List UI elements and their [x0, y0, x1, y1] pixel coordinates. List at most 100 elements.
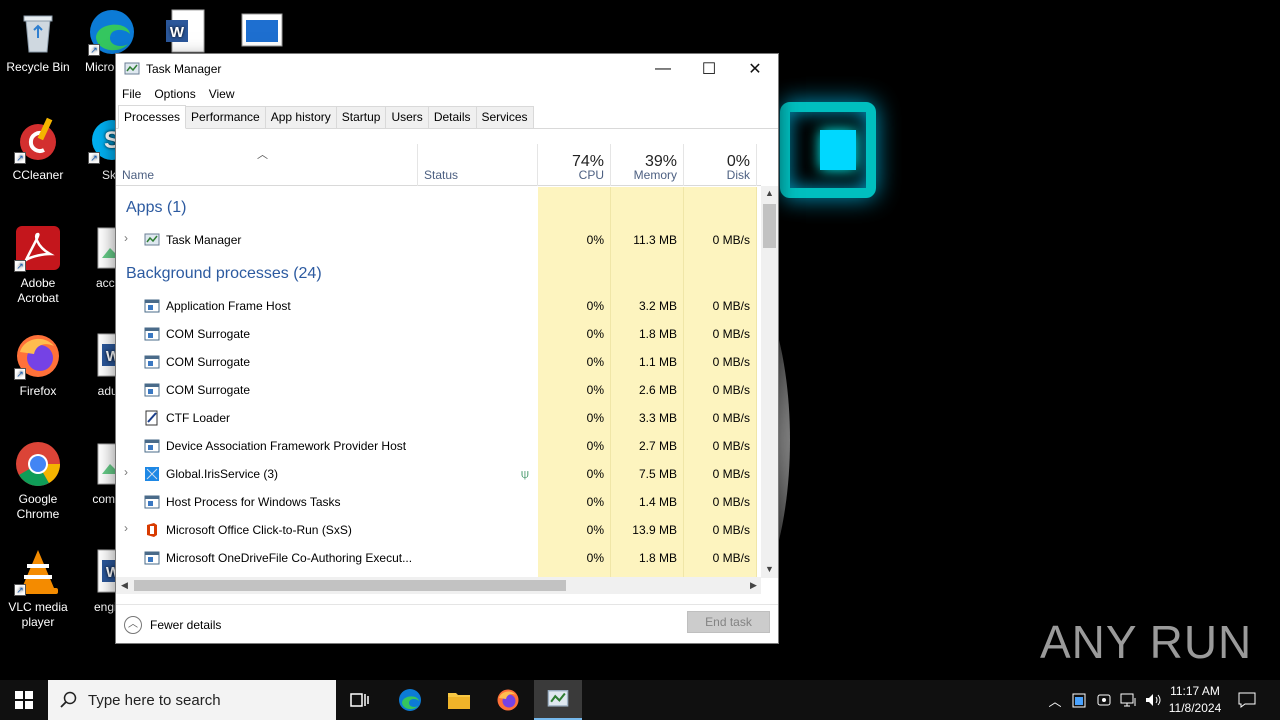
- notifications-button[interactable]: [1232, 680, 1262, 720]
- desktop-icon-firefox[interactable]: ↗ Firefox: [0, 332, 76, 399]
- scroll-up-icon[interactable]: ▲: [765, 188, 774, 198]
- process-cpu: 0%: [586, 327, 604, 341]
- battery-icon[interactable]: [1072, 692, 1086, 708]
- tab-details[interactable]: Details: [427, 106, 477, 128]
- chevron-up-circle-icon[interactable]: ︿: [124, 615, 142, 634]
- office-icon: [144, 522, 160, 538]
- group-header-background[interactable]: Background processes (24): [126, 265, 322, 283]
- process-name: CTF Loader: [166, 411, 231, 425]
- desktop-icon-vlc[interactable]: ↗ VLC media player: [0, 548, 76, 630]
- table-row[interactable]: › Global.IrisService (3) ⍦ 0% 7.5 MB 0 MB/s: [116, 460, 761, 488]
- horizontal-scrollbar[interactable]: ◀ ▶: [116, 577, 761, 594]
- edge-icon: [399, 689, 421, 711]
- table-row[interactable]: COM Surrogate 0% 2.6 MB 0 MB/s: [116, 376, 761, 404]
- process-disk: 0 MB/s: [712, 467, 750, 481]
- taskbar-file-explorer[interactable]: [435, 680, 483, 720]
- desktop-icon-google-chrome[interactable]: Google Chrome: [0, 440, 76, 522]
- network-icon[interactable]: [1120, 692, 1138, 708]
- table-row[interactable]: COM Surrogate 0% 1.1 MB 0 MB/s: [116, 348, 761, 376]
- process-cpu: 0%: [586, 523, 604, 537]
- table-row[interactable]: Device Association Framework Provider Ho…: [116, 432, 761, 460]
- process-memory: 2.7 MB: [638, 439, 677, 453]
- task-manager-window: Task Manager — ☐ ✕ File Options View Pro…: [115, 53, 779, 644]
- menu-view[interactable]: View: [209, 87, 235, 101]
- adobe-acrobat-icon: ↗: [14, 224, 62, 272]
- table-row[interactable]: › Task Manager 0% 11.3 MB 0 MB/s: [116, 226, 761, 254]
- task-manager-icon: [547, 690, 569, 707]
- tab-users[interactable]: Users: [385, 106, 429, 128]
- task-view-button[interactable]: [336, 680, 384, 720]
- window-process-icon: [144, 382, 160, 398]
- process-memory: 2.6 MB: [638, 383, 677, 397]
- column-header-memory[interactable]: 39% Memory: [611, 144, 684, 186]
- table-row[interactable]: Host Process for Windows Tasks 0% 1.4 MB 0 …: [116, 488, 761, 516]
- clock-date: 11/8/2024: [1168, 701, 1222, 715]
- desktop-icon-ccleaner[interactable]: ↗ CCleaner: [0, 116, 76, 183]
- desktop-icon-label: CCleaner: [12, 168, 64, 182]
- tab-services[interactable]: Services: [475, 106, 534, 128]
- vertical-scroll-thumb[interactable]: [763, 204, 776, 248]
- process-memory: 1.1 MB: [638, 355, 677, 369]
- column-header-status[interactable]: Status: [418, 144, 538, 186]
- fewer-details-link[interactable]: Fewer details: [150, 618, 221, 632]
- chevron-up-icon[interactable]: ︿: [1046, 691, 1064, 710]
- close-button[interactable]: ✕: [732, 54, 778, 84]
- expand-chevron-icon[interactable]: ›: [124, 231, 128, 245]
- device-icon[interactable]: [1096, 692, 1112, 708]
- expand-chevron-icon[interactable]: ›: [124, 521, 128, 535]
- taskbar-clock[interactable]: 11:17 AM 11/8/2024: [1160, 683, 1230, 717]
- process-name: Microsoft OneDriveFile Co-Authoring Exec…: [166, 551, 413, 565]
- taskbar: Type here to search ︿ 11:17 AM 11/8/2024: [0, 680, 1280, 720]
- tab-app-history[interactable]: App history: [264, 106, 337, 128]
- scroll-down-icon[interactable]: ▼: [765, 564, 774, 574]
- table-row[interactable]: Application Frame Host 0% 3.2 MB 0 MB/s: [116, 292, 761, 320]
- column-header-name[interactable]: ︿ Name: [116, 144, 418, 186]
- taskbar-firefox[interactable]: [484, 680, 532, 720]
- process-memory: 1.8 MB: [638, 327, 677, 341]
- expand-chevron-icon[interactable]: ›: [124, 465, 128, 479]
- edge-icon: ↗: [88, 8, 136, 56]
- taskbar-edge[interactable]: [386, 680, 434, 720]
- vertical-scrollbar[interactable]: ▲ ▼: [761, 186, 778, 578]
- tab-performance[interactable]: Performance: [185, 106, 266, 128]
- tab-processes[interactable]: Processes: [118, 105, 187, 129]
- process-name: Microsoft Office Click-to-Run (SxS): [166, 523, 352, 537]
- process-disk: 0 MB/s: [712, 411, 750, 425]
- scroll-left-icon[interactable]: ◀: [121, 580, 128, 591]
- window-title: Task Manager: [146, 62, 222, 76]
- taskbar-search-box[interactable]: Type here to search: [48, 680, 336, 720]
- column-header-cpu[interactable]: 74% CPU: [538, 144, 611, 186]
- process-disk: 0 MB/s: [712, 355, 750, 369]
- process-disk: 0 MB/s: [712, 327, 750, 341]
- table-row[interactable]: Microsoft OneDriveFile Co-Authoring Exec…: [116, 544, 761, 572]
- process-name: COM Surrogate: [166, 383, 251, 397]
- process-cpu: 0%: [586, 467, 604, 481]
- title-bar[interactable]: Task Manager — ☐ ✕: [116, 54, 778, 84]
- table-row[interactable]: › Microsoft Office Click-to-Run (SxS) 0% 13…: [116, 516, 761, 544]
- column-header-disk[interactable]: 0% Disk: [684, 144, 757, 186]
- maximize-button[interactable]: ☐: [686, 54, 732, 84]
- start-button[interactable]: [0, 680, 48, 720]
- desktop-icon-label: Adobe Acrobat: [17, 276, 59, 305]
- taskbar-task-manager[interactable]: [534, 680, 582, 720]
- process-cpu: 0%: [586, 355, 604, 369]
- tab-startup[interactable]: Startup: [335, 106, 387, 128]
- column-label: Memory: [633, 168, 677, 182]
- minimize-button[interactable]: —: [640, 54, 686, 84]
- group-header-apps[interactable]: Apps (1): [126, 199, 186, 217]
- menu-file[interactable]: File: [122, 87, 141, 101]
- process-disk: 0 MB/s: [712, 383, 750, 397]
- process-memory: 11.3 MB: [633, 233, 677, 247]
- ccleaner-icon: ↗: [14, 116, 62, 164]
- table-row[interactable]: CTF Loader 0% 3.3 MB 0 MB/s: [116, 404, 761, 432]
- end-task-button[interactable]: End task: [687, 611, 770, 633]
- scroll-right-icon[interactable]: ▶: [750, 580, 757, 591]
- table-row[interactable]: COM Surrogate 0% 1.8 MB 0 MB/s: [116, 320, 761, 348]
- menu-options[interactable]: Options: [154, 87, 195, 101]
- desktop-icon-recycle-bin[interactable]: Recycle Bin: [0, 8, 76, 75]
- process-memory: 13.9 MB: [632, 523, 677, 537]
- horizontal-scroll-thumb[interactable]: [134, 580, 566, 591]
- process-name: Host Process for Windows Tasks: [166, 495, 341, 509]
- desktop-icon-adobe-acrobat[interactable]: ↗ Adobe Acrobat: [0, 224, 76, 306]
- process-memory: 1.8 MB: [638, 551, 677, 565]
